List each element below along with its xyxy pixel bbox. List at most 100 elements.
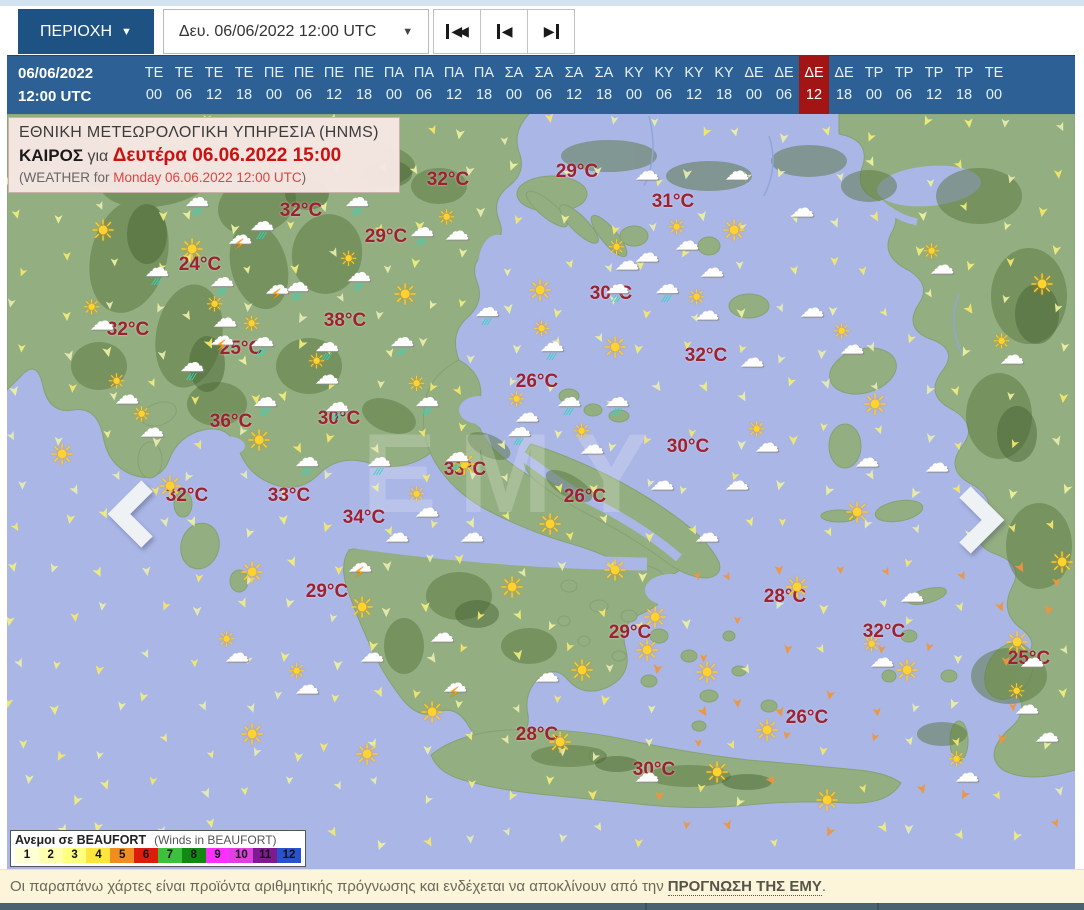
emy-forecast-link[interactable]: ΠΡΟΓΝΩΣΗ ΤΗΣ ΕΜΥ bbox=[667, 878, 822, 896]
cloud-icon: ☁ bbox=[634, 759, 660, 788]
timeline-step[interactable]: ΚΥ 00 bbox=[619, 63, 649, 114]
timeline-step[interactable]: ΔΕ 00 bbox=[739, 63, 769, 114]
sun-icon: ☀ bbox=[642, 602, 668, 635]
datetime-select[interactable]: Δευ. 06/06/2022 12:00 UTC ▼ bbox=[162, 9, 430, 54]
region-button-label: ΠΕΡΙΟΧΗ bbox=[40, 22, 113, 40]
sun-cloud-icon: ☀ ☁ bbox=[832, 320, 865, 360]
timeline-step[interactable]: ΤΡ 00 bbox=[859, 63, 889, 114]
agency-name: ΕΘΝΙΚΗ ΜΕΤΕΩΡΟΛΟΓΙΚΗ ΥΠΗΡΕΣΙΑ (HNMS) bbox=[19, 124, 379, 141]
sun-icon: ☀ bbox=[814, 785, 840, 818]
beaufort-cell: 12 bbox=[277, 848, 301, 863]
kairos-label: ΚΑΙΡΟΣ bbox=[19, 146, 84, 165]
sun-icon: ☀ bbox=[704, 757, 730, 790]
timeline-step[interactable]: ΤΡ 18 bbox=[949, 63, 979, 114]
timeline-step[interactable]: ΚΥ 06 bbox=[649, 63, 679, 114]
timeline-step[interactable]: ΔΕ 06 bbox=[769, 63, 799, 114]
forecast-datetime-local: Δευτέρα 06.06.2022 15:00 bbox=[112, 145, 342, 166]
cloud-icon: ☁ bbox=[899, 579, 925, 608]
cloud-icon: ☁ bbox=[724, 467, 750, 496]
timeline-step[interactable]: ΚΥ 12 bbox=[679, 63, 709, 114]
step-forward-button[interactable]: ▶ bbox=[528, 9, 576, 54]
sun-cloud-icon: ☀ ☁ bbox=[1007, 680, 1040, 720]
rain-cloud-icon: ☁ ∕∕∕ bbox=[444, 439, 470, 473]
timeline-step[interactable]: ΠΕ 12 bbox=[319, 63, 349, 114]
sun-icon: ☀ bbox=[694, 657, 720, 690]
disclaimer-period: . bbox=[821, 878, 827, 895]
timeline-step[interactable]: ΤΕ 06 bbox=[169, 63, 199, 114]
rain-cloud-icon: ☁ ∕∕∕ bbox=[506, 414, 532, 448]
timeline-step[interactable]: ΤΡ 12 bbox=[919, 63, 949, 114]
cloud-icon: ☁ bbox=[694, 519, 720, 548]
beaufort-cell: 1 bbox=[15, 848, 39, 863]
rain-cloud-icon: ☁ ∕∕∕ bbox=[294, 444, 320, 478]
weather-map[interactable]: EMY ➤ ➤ ➤ ➤ ➤ ➤ ➤ ➤ ➤ ➤ ➤ ➤ ➤ ➤ ➤ ➤ ➤ ➤ ➤ ➤ ➤ ➤ ➤ ➤ ➤ ➤ ➤ ➤ ➤ ➤ ➤ ➤ ➤ ➤ ➤ ➤… bbox=[7, 114, 1075, 869]
skip-to-first-button[interactable]: ◀◀ bbox=[433, 9, 482, 54]
legend-title-english: (Winds in BEAUFORT) bbox=[154, 833, 277, 847]
weather-for-label: (WEATHER for bbox=[19, 170, 114, 185]
sun-icon: ☀ bbox=[354, 739, 380, 772]
temperature-label: 26°C bbox=[785, 707, 829, 728]
beaufort-legend: Ανεμοι σε BEAUFORT (Winds in BEAUFORT) 1… bbox=[10, 830, 306, 867]
skip-first-icon: ◀◀ bbox=[451, 23, 468, 39]
rain-cloud-icon: ☁ ∕∕∕ bbox=[409, 214, 435, 248]
sun-rain-cloud-icon: ☀☁∕∕∕ bbox=[532, 318, 565, 363]
timeline-step[interactable]: ΠΑ 18 bbox=[469, 63, 499, 114]
temperature-label: 29°C bbox=[364, 226, 408, 247]
sun-cloud-icon: ☀ ☁ bbox=[407, 483, 440, 523]
sun-cloud-icon: ☀ ☁ bbox=[687, 286, 720, 326]
temperature-label: 29°C bbox=[305, 581, 349, 602]
forecast-datetime-utc: Monday 06.06.2022 12:00 UTC bbox=[113, 170, 302, 185]
beaufort-cell: 6 bbox=[134, 848, 158, 863]
legend-title-greek: Ανεμοι σε BEAUFORT bbox=[15, 833, 147, 847]
timeline-step[interactable]: ΤΡ 06 bbox=[889, 63, 919, 114]
thunderstorm-icon: ☁ ⚡ bbox=[347, 549, 373, 582]
timeline-step[interactable]: ΠΑ 12 bbox=[439, 63, 469, 114]
sun-icon: ☀ bbox=[246, 425, 272, 458]
timeline-step[interactable]: ΤΕ 18 bbox=[229, 63, 259, 114]
timeline-step[interactable]: ΤΕ 12 bbox=[199, 63, 229, 114]
beaufort-cell: 5 bbox=[110, 848, 135, 863]
timeline-step[interactable]: ΠΕ 18 bbox=[349, 63, 379, 114]
timeline-date: 06/06/2022 bbox=[18, 65, 94, 82]
cloud-icon: ☁ bbox=[634, 239, 660, 268]
sun-cloud-icon: ☀ ☁ bbox=[947, 748, 980, 788]
beaufort-cell: 9 bbox=[205, 848, 230, 863]
cloud-icon: ☁ bbox=[724, 157, 750, 186]
cloud-icon: ☁ bbox=[359, 639, 385, 668]
timeline-step[interactable]: ΤΕ 00 bbox=[979, 63, 1009, 114]
step-back-button[interactable]: ◀ bbox=[481, 9, 529, 54]
sun-cloud-icon: ☀ ☁ bbox=[667, 216, 700, 256]
temperature-label: 33°C bbox=[267, 485, 311, 506]
step-back-icon: ◀ bbox=[501, 23, 513, 39]
timeline-step[interactable]: ΠΕ 06 bbox=[289, 63, 319, 114]
sun-rain-cloud-icon: ☀☁∕∕∕ bbox=[242, 313, 275, 358]
temperature-label: 32°C bbox=[426, 169, 470, 190]
sun-cloud-icon: ☀ ☁ bbox=[132, 403, 165, 443]
timeline-step[interactable]: ΚΥ 18 bbox=[709, 63, 739, 114]
footer-separator bbox=[645, 903, 647, 910]
timeline-steps: ΤΕ 00 ΤΕ 06 ΤΕ 12 ΤΕ 18 ΠΕ 00 ΠΕ 06 ΠΕ 12 ΠΕ 18 ΠΑ 00 ΠΑ 06… bbox=[139, 56, 1009, 114]
cloud-icon: ☁ bbox=[1034, 719, 1060, 748]
region-dropdown-button[interactable]: ΠΕΡΙΟΧΗ ▼ bbox=[18, 9, 154, 54]
next-map-arrow[interactable] bbox=[953, 484, 1009, 556]
previous-map-arrow[interactable] bbox=[103, 478, 159, 550]
sun-icon: ☀ bbox=[49, 439, 75, 472]
temperature-label: 31°C bbox=[651, 191, 695, 212]
timeline-step[interactable]: ΣΑ 06 bbox=[529, 63, 559, 114]
timeline-step[interactable]: ΣΑ 18 bbox=[589, 63, 619, 114]
timeline-step[interactable]: ΠΕ 00 bbox=[259, 63, 289, 114]
timeline-step[interactable]: ΠΑ 06 bbox=[409, 63, 439, 114]
timeline-step[interactable]: ΤΕ 00 bbox=[139, 63, 169, 114]
footer-bar bbox=[0, 903, 1084, 910]
sun-cloud-icon: ☀ ☁ bbox=[82, 296, 115, 336]
thunderstorm-icon: ☁ ⚡ bbox=[209, 322, 235, 355]
timeline-step[interactable]: ΔΕ 18 bbox=[829, 63, 859, 114]
beaufort-cell: 11 bbox=[253, 848, 278, 863]
timeline-step[interactable]: ΔΕ 12 bbox=[799, 56, 829, 114]
timeline-step[interactable]: ΣΑ 00 bbox=[499, 63, 529, 114]
forecast-title: ΚΑΙΡΟΣ για Δευτέρα 06.06.2022 15:00 bbox=[19, 145, 389, 167]
datetime-select-value: Δευ. 06/06/2022 12:00 UTC bbox=[178, 22, 377, 40]
timeline-step[interactable]: ΣΑ 12 bbox=[559, 63, 589, 114]
temperature-label: 34°C bbox=[342, 507, 386, 528]
timeline-step[interactable]: ΠΑ 00 bbox=[379, 63, 409, 114]
